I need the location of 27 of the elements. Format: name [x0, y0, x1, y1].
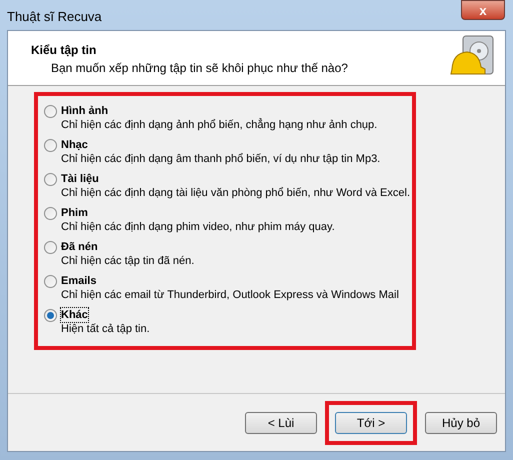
option-label[interactable]: Đã nén — [61, 240, 98, 254]
radio-button[interactable] — [44, 138, 57, 152]
option-description: Chỉ hiện các định dạng ảnh phổ biến, chẳng hạng như ảnh chụp. — [60, 118, 378, 132]
radio-button[interactable] — [44, 240, 57, 254]
wizard-button[interactable]: < Lùi — [245, 412, 317, 434]
option-description: Chỉ hiện các định dạng âm thanh phổ biến, ví dụ như tập tin Mp3. — [60, 152, 382, 166]
radio-button[interactable] — [44, 308, 57, 322]
option-label[interactable]: Emails — [61, 274, 96, 288]
option-label[interactable]: Nhạc — [61, 138, 88, 152]
window-title: Thuật sĩ Recuva — [7, 8, 102, 26]
option-description: Chỉ hiện các tập tin đã nén. — [60, 254, 196, 268]
option-description: Chỉ hiện các email từ Thunderbird, Outlook Express và Windows Mail — [60, 288, 400, 302]
radio-button[interactable] — [44, 206, 57, 220]
option-label[interactable]: Hình ảnh — [61, 104, 108, 118]
radio-button[interactable] — [44, 274, 57, 288]
option-description: Chỉ hiện các định dạng phim video, như phim máy quay. — [60, 220, 336, 234]
wizard-button[interactable]: Hủy bỏ — [425, 412, 497, 434]
step-title: Kiểu tập tin — [31, 42, 98, 59]
option-description: Hiện tất cả tập tin. — [60, 322, 151, 336]
radio-button[interactable] — [44, 104, 57, 118]
radio-button[interactable] — [44, 172, 57, 186]
option-label[interactable]: Tài liệu — [61, 172, 99, 186]
option-description: Chỉ hiện các định dạng tài liệu văn phòng phổ biến, như Word và Excel. — [60, 186, 411, 200]
wizard-button[interactable]: Tới > — [335, 412, 407, 434]
option-label[interactable]: Phim — [61, 206, 88, 220]
option-label[interactable]: Khác — [61, 308, 88, 322]
step-subtitle: Bạn muốn xếp những tập tin sẽ khôi phục như thế nào? — [50, 60, 348, 77]
